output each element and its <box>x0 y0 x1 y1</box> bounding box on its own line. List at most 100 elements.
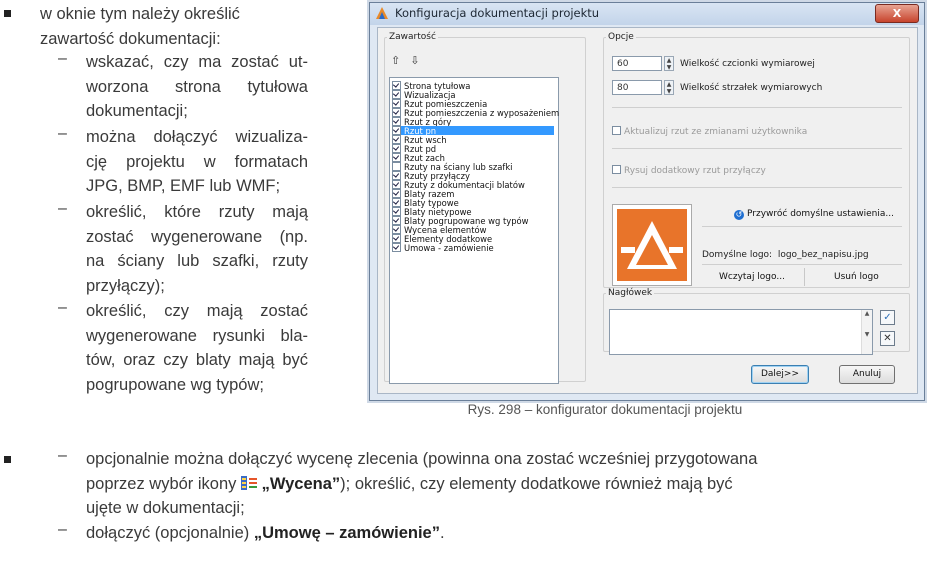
content-list-item[interactable]: Wizualizacja <box>392 90 456 100</box>
list-line: ujęte w dokumentacji; <box>86 499 245 517</box>
checkbox[interactable] <box>392 108 401 117</box>
confirm-check-icon[interactable]: ✓ <box>880 310 895 325</box>
list-line: cję projektu w formatach <box>86 152 308 171</box>
bullet-text: w oknie tym należy określić zawartość do… <box>40 2 302 51</box>
content-list-item[interactable]: Blaty razem <box>392 189 454 199</box>
list-item: określić, które rzuty mają zostać wygene… <box>86 200 308 298</box>
dialog-title: Konfiguracja dokumentacji projektu <box>395 6 600 20</box>
remove-logo-button[interactable]: Usuń logo <box>834 272 879 282</box>
content-list-item[interactable]: Strona tytułowa <box>392 81 470 91</box>
default-logo-info: Domyślne logo: logo_bez_napisu.jpg <box>702 250 869 260</box>
move-up-icon[interactable]: ⇧ <box>391 54 400 67</box>
bullet-line: w oknie tym należy określić <box>40 5 240 23</box>
checkbox[interactable] <box>392 189 401 198</box>
checkbox[interactable] <box>392 180 401 189</box>
font-size-input[interactable]: 60 <box>612 56 662 71</box>
content-list-item[interactable]: Rzut pn <box>392 126 554 136</box>
checkbox[interactable] <box>392 216 401 225</box>
bullet-square <box>4 456 11 463</box>
content-list-item[interactable]: Elementy dodatkowe <box>392 234 492 244</box>
content-list-item[interactable]: Blaty pogrupowane wg typów <box>392 216 529 226</box>
content-list-item[interactable]: Rzut pomieszczenia z wyposażeniem <box>392 108 559 118</box>
app-icon <box>376 7 388 19</box>
checkbox[interactable] <box>392 117 401 126</box>
checkbox[interactable] <box>612 165 621 174</box>
content-list-item-label: Umowa - zamówienie <box>404 243 494 253</box>
content-list-item[interactable]: Wycena elementów <box>392 225 486 235</box>
content-list-item[interactable]: Rzut pd <box>392 144 436 154</box>
checkbox[interactable] <box>392 153 401 162</box>
list-line: wskazać, czy ma zostać ut- <box>86 53 308 71</box>
content-list[interactable]: Strona tytułowa Wizualizacja Rzut pomieszc… <box>389 77 559 384</box>
text-run: ); określić, czy elementy dodatkowe równ… <box>340 474 733 493</box>
content-list-item[interactable]: Blaty nietypowe <box>392 207 472 217</box>
content-list-item[interactable]: Rzuty przyłączy <box>392 171 470 181</box>
list-line: zostać wygenerowane (np. <box>86 227 308 246</box>
bullet-square <box>4 10 11 17</box>
checkbox[interactable] <box>612 126 621 135</box>
checkbox[interactable] <box>392 198 401 207</box>
cancel-button[interactable]: Anuluj <box>839 365 895 384</box>
next-button[interactable]: Dalej>> <box>751 365 809 384</box>
load-logo-button[interactable]: Wczytaj logo... <box>719 272 785 282</box>
dash-marker: – <box>58 299 67 316</box>
content-group: Zawartość ⇧ ⇩ Strona tytułowa Wizualizacja… <box>384 32 586 384</box>
checkbox[interactable] <box>392 135 401 144</box>
checkbox-label: Rysuj dodatkowy rzut przyłączy <box>624 166 766 176</box>
restore-defaults-button[interactable]: ↺ Przywróć domyślne ustawienia... <box>734 209 894 220</box>
content-list-item[interactable]: Rzuty na ściany lub szafki <box>392 162 513 172</box>
checkbox[interactable] <box>392 162 401 171</box>
checkbox[interactable] <box>392 81 401 90</box>
list-line: poprzez wybór ikony „Wycena”); określić,… <box>86 472 931 497</box>
font-size-spinner[interactable]: ▲ ▼ <box>664 56 674 71</box>
company-logo-image <box>617 209 687 281</box>
checkbox[interactable] <box>392 90 401 99</box>
checkbox[interactable] <box>392 144 401 153</box>
list-item: określić, czy mają zostać wygenerowane r… <box>86 299 308 397</box>
checkbox-label: Aktualizuj rzut ze zmianami użytkownika <box>624 127 808 137</box>
checkbox[interactable] <box>392 243 401 252</box>
separator <box>702 226 902 227</box>
content-list-item[interactable]: Rzut zach <box>392 153 445 163</box>
list-line: wygenerowane rysunki bla- <box>86 326 308 345</box>
list-line: na ściany lub szafki, rzuty <box>86 252 308 270</box>
content-list-item[interactable]: Rzut z góry <box>392 117 451 127</box>
restore-icon: ↺ <box>734 210 744 220</box>
arrow-size-label: Wielkość strzałek wymiarowych <box>680 83 823 93</box>
content-group-label: Zawartość <box>389 32 436 42</box>
extra-view-checkbox[interactable]: Rysuj dodatkowy rzut przyłączy <box>612 165 766 176</box>
checkbox[interactable] <box>392 126 401 135</box>
header-scrollbar[interactable]: ▲ ▼ <box>861 310 872 354</box>
content-list-item[interactable]: Rzut wsch <box>392 135 447 145</box>
close-button[interactable]: X <box>875 4 919 23</box>
options-group-label: Opcje <box>608 32 634 42</box>
content-list-item[interactable]: Blaty typowe <box>392 198 459 208</box>
checkbox[interactable] <box>392 99 401 108</box>
content-list-item[interactable]: Rzuty z dokumentacji blatów <box>392 180 525 190</box>
reorder-arrows: ⇧ ⇩ <box>391 54 429 67</box>
content-list-item[interactable]: Umowa - zamówienie <box>392 243 494 253</box>
arrow-size-spinner[interactable]: ▲ ▼ <box>664 80 674 95</box>
dash-marker: – <box>58 200 67 217</box>
checkbox[interactable] <box>392 225 401 234</box>
list-line: tów, oraz czy blaty mają być <box>86 351 308 369</box>
update-view-checkbox[interactable]: Aktualizuj rzut ze zmianami użytkownika <box>612 126 807 137</box>
arrow-size-input[interactable]: 80 <box>612 80 662 95</box>
figure-caption: Rys. 298 – konfigurator dokumentacji pro… <box>467 402 743 417</box>
list-line: określić, czy mają zostać <box>86 302 308 320</box>
checkbox[interactable] <box>392 207 401 216</box>
dialog-body: Zawartość ⇧ ⇩ Strona tytułowa Wizualizacja… <box>377 27 918 394</box>
list-item: opcjonalnie można dołączyć wycenę zlecen… <box>86 447 931 521</box>
options-group: Opcje 60 ▲ ▼ Wielkość czcionki wymiarowej… <box>603 32 910 288</box>
move-down-icon[interactable]: ⇩ <box>410 54 419 67</box>
content-list-item[interactable]: Rzut pomieszczenia <box>392 99 487 109</box>
dash-marker: – <box>58 521 67 538</box>
text-bold: „Wycena” <box>261 474 341 493</box>
checkbox[interactable] <box>392 171 401 180</box>
header-textarea[interactable]: ▲ ▼ <box>609 309 873 355</box>
separator <box>612 107 902 108</box>
checkbox[interactable] <box>392 234 401 243</box>
list-item: wskazać, czy ma zostać ut- worzona stron… <box>86 50 308 124</box>
title-bar: Konfiguracja dokumentacji projektu X <box>370 3 924 25</box>
clear-x-icon[interactable]: ✕ <box>880 331 895 346</box>
